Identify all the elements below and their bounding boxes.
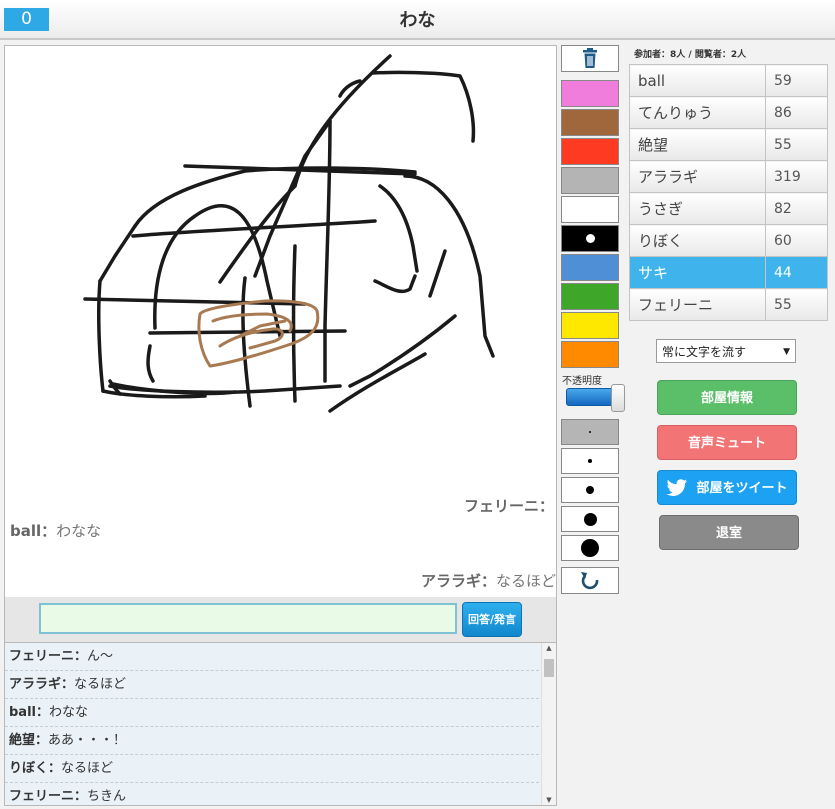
player-name: サキ [629, 256, 766, 289]
chat-log[interactable]: フェリーニ：ん〜 アララギ：なるほど ball：わなな 絶望：ああ・・・！ りぼ… [4, 642, 557, 806]
player-score: 55 [765, 288, 828, 321]
player-name: ball [629, 64, 766, 97]
player-list: ball 59 てんりゅう 86 絶望 55 アララギ 319 うさぎ 82 りぼく 60 サキ 44 フェ… [629, 64, 828, 321]
chat-line: フェリーニ：ちきん [5, 783, 539, 805]
chat-line: ball：わなな [5, 699, 539, 727]
color-swatch[interactable] [561, 80, 619, 107]
chat-line: フェリーニ：ん〜 [5, 643, 539, 671]
room-title: わな [399, 10, 436, 31]
player-score: 86 [765, 96, 828, 129]
player-score: 59 [765, 64, 828, 97]
player-name: 絶望 [629, 128, 766, 161]
opacity-slider-handle[interactable] [611, 384, 625, 412]
player-score: 319 [765, 160, 828, 193]
trash-icon [583, 48, 597, 68]
undo-button[interactable] [561, 567, 619, 594]
answer-input-row: 回答/発言 [4, 597, 557, 642]
color-swatch[interactable] [561, 167, 619, 194]
scroll-down-icon[interactable]: ▼ [542, 796, 556, 804]
opacity-label: 不透明度 [562, 376, 602, 387]
color-swatch[interactable] [561, 283, 619, 310]
canvas-flowing-message: ball：わなな [10, 522, 102, 540]
scroll-thumb[interactable] [544, 659, 554, 677]
chat-scrollbar[interactable]: ▲ ▼ [541, 643, 556, 805]
participant-count: 参加者：8人 / 閲覧者：2人 [634, 50, 747, 60]
color-swatch[interactable] [561, 196, 619, 223]
undo-icon [581, 572, 599, 590]
brush-size-option[interactable] [561, 419, 619, 445]
player-row: 絶望 55 [629, 128, 828, 161]
player-row: サキ 44 [629, 256, 828, 289]
player-row: フェリーニ 55 [629, 288, 828, 321]
brush-dot-icon [581, 539, 599, 557]
brush-size-option[interactable] [561, 535, 619, 561]
player-name: てんりゅう [629, 96, 766, 129]
selected-color-indicator [586, 234, 595, 243]
brush-dot-icon [586, 486, 594, 494]
color-swatch[interactable] [561, 254, 619, 281]
color-swatch[interactable] [561, 109, 619, 136]
room-info-button[interactable]: 部屋情報 [657, 380, 797, 415]
brush-dot-icon [583, 512, 597, 526]
clear-canvas-button[interactable] [561, 45, 619, 72]
player-row: りぼく 60 [629, 224, 828, 257]
answer-submit-button[interactable]: 回答/発言 [462, 602, 522, 637]
answer-input[interactable] [39, 603, 457, 634]
message-flow-select[interactable]: 常に文字を流す ▼ [656, 339, 796, 363]
color-swatch[interactable] [561, 138, 619, 165]
player-score: 82 [765, 192, 828, 225]
player-row: うさぎ 82 [629, 192, 828, 225]
brush-size-option[interactable] [561, 506, 619, 532]
player-row: てんりゅう 86 [629, 96, 828, 129]
scroll-up-icon[interactable]: ▲ [542, 644, 556, 652]
player-score: 44 [765, 256, 828, 289]
chat-line: りぼく：なるほど [5, 755, 539, 783]
canvas-flowing-message: フェリーニ： [464, 497, 555, 515]
drawing-canvas[interactable]: フェリーニ： ball：わなな アララギ：なるほど [4, 45, 557, 598]
player-name: アララギ [629, 160, 766, 193]
brush-dot-icon [589, 431, 591, 433]
brush-size-option[interactable] [561, 477, 619, 503]
tweet-room-button[interactable]: 部屋をツイート [657, 470, 797, 505]
player-score: 60 [765, 224, 828, 257]
player-name: うさぎ [629, 192, 766, 225]
chat-line: アララギ：なるほど [5, 671, 539, 699]
brush-size-option[interactable] [561, 448, 619, 474]
color-swatch[interactable] [561, 312, 619, 339]
header-bar: 0 わな [0, 0, 835, 40]
player-name: りぼく [629, 224, 766, 257]
twitter-bird-icon [666, 479, 688, 496]
player-row: ball 59 [629, 64, 828, 97]
chat-line: 絶望：ああ・・・！ [5, 727, 539, 755]
canvas-flowing-message: アララギ：なるほど [421, 572, 557, 590]
brush-dot-icon [588, 459, 592, 463]
player-score: 55 [765, 128, 828, 161]
player-name: フェリーニ [629, 288, 766, 321]
color-swatch[interactable] [561, 225, 619, 252]
mute-audio-button[interactable]: 音声ミュート [657, 425, 797, 460]
chevron-down-icon: ▼ [783, 347, 790, 357]
color-swatch[interactable] [561, 341, 619, 368]
player-row: アララギ 319 [629, 160, 828, 193]
leave-room-button[interactable]: 退室 [659, 515, 799, 550]
